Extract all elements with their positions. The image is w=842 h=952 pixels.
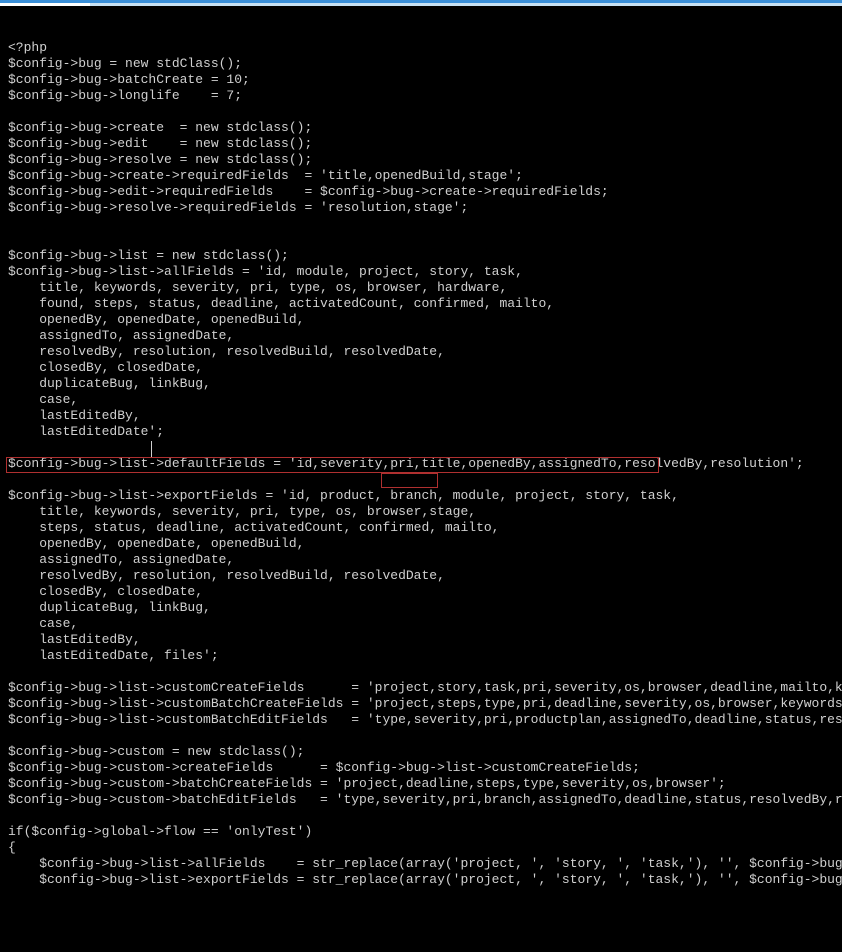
code-line[interactable]: $config->bug->list->customCreateFields =…	[8, 680, 836, 696]
code-line[interactable]: $config->bug->list->customBatchEditField…	[8, 712, 836, 728]
code-line[interactable]: $config->bug->edit->requiredFields = $co…	[8, 184, 836, 200]
text-cursor	[151, 441, 152, 457]
code-line[interactable]: lastEditedBy,	[8, 632, 836, 648]
code-line[interactable]: $config->bug->list = new stdclass();	[8, 248, 836, 264]
code-line[interactable]: case,	[8, 616, 836, 632]
code-line[interactable]: $config->bug = new stdClass();	[8, 56, 836, 72]
code-line[interactable]	[8, 808, 836, 824]
code-line[interactable]: if($config->global->flow == 'onlyTest')	[8, 824, 836, 840]
code-line[interactable]: $config->bug->longlife = 7;	[8, 88, 836, 104]
code-line[interactable]: assignedTo, assignedDate,	[8, 328, 836, 344]
code-line[interactable]: $config->bug->batchCreate = 10;	[8, 72, 836, 88]
code-line[interactable]: title, keywords, severity, pri, type, os…	[8, 280, 836, 296]
code-line[interactable]	[8, 728, 836, 744]
code-line[interactable]	[8, 232, 836, 248]
code-line[interactable]: $config->bug->custom->batchCreateFields …	[8, 776, 836, 792]
code-line[interactable]: openedBy, openedDate, openedBuild,	[8, 312, 836, 328]
code-line[interactable]: duplicateBug, linkBug,	[8, 600, 836, 616]
code-line[interactable]: closedBy, closedDate,	[8, 584, 836, 600]
code-line[interactable]: $config->bug->custom->batchEditFields = …	[8, 792, 836, 808]
code-line[interactable]: $config->bug->resolve->requiredFields = …	[8, 200, 836, 216]
code-line[interactable]: $config->bug->list->customBatchCreateFie…	[8, 696, 836, 712]
code-line[interactable]: title, keywords, severity, pri, type, os…	[8, 504, 836, 520]
code-line[interactable]: $config->bug->list->allFields = 'id, mod…	[8, 264, 836, 280]
code-line[interactable]: assignedTo, assignedDate,	[8, 552, 836, 568]
code-line[interactable]: $config->bug->custom = new stdclass();	[8, 744, 836, 760]
code-line[interactable]: steps, status, deadline, activatedCount,…	[8, 520, 836, 536]
code-line[interactable]: <?php	[8, 40, 836, 56]
code-line[interactable]: $config->bug->create = new stdclass();	[8, 120, 836, 136]
code-line[interactable]: $config->bug->resolve = new stdclass();	[8, 152, 836, 168]
code-line[interactable]: lastEditedDate, files';	[8, 648, 836, 664]
code-line[interactable]: closedBy, closedDate,	[8, 360, 836, 376]
code-line[interactable]: case,	[8, 392, 836, 408]
code-line[interactable]: $config->bug->list->allFields = str_repl…	[8, 856, 836, 872]
code-line[interactable]: $config->bug->list->defaultFields = 'id,…	[8, 456, 836, 472]
code-line[interactable]: $config->bug->list->exportFields = str_r…	[8, 872, 836, 888]
code-editor[interactable]: <?php$config->bug = new stdClass();$conf…	[0, 0, 842, 800]
code-line[interactable]	[8, 472, 836, 488]
code-line[interactable]: lastEditedDate';	[8, 424, 836, 440]
code-line[interactable]: found, steps, status, deadline, activate…	[8, 296, 836, 312]
code-line[interactable]: {	[8, 840, 836, 856]
code-line[interactable]: lastEditedBy,	[8, 408, 836, 424]
code-line[interactable]	[8, 104, 836, 120]
code-content[interactable]: <?php$config->bug = new stdClass();$conf…	[8, 40, 836, 888]
code-line[interactable]: $config->bug->create->requiredFields = '…	[8, 168, 836, 184]
code-line[interactable]: resolvedBy, resolution, resolvedBuild, r…	[8, 344, 836, 360]
code-line[interactable]: resolvedBy, resolution, resolvedBuild, r…	[8, 568, 836, 584]
code-line[interactable]: openedBy, openedDate, openedBuild,	[8, 536, 836, 552]
code-line[interactable]: duplicateBug, linkBug,	[8, 376, 836, 392]
code-line[interactable]: $config->bug->list->exportFields = 'id, …	[8, 488, 836, 504]
code-line[interactable]: $config->bug->edit = new stdclass();	[8, 136, 836, 152]
code-line[interactable]	[8, 216, 836, 232]
code-line[interactable]	[8, 440, 836, 456]
code-line[interactable]: $config->bug->custom->createFields = $co…	[8, 760, 836, 776]
code-line[interactable]	[8, 664, 836, 680]
